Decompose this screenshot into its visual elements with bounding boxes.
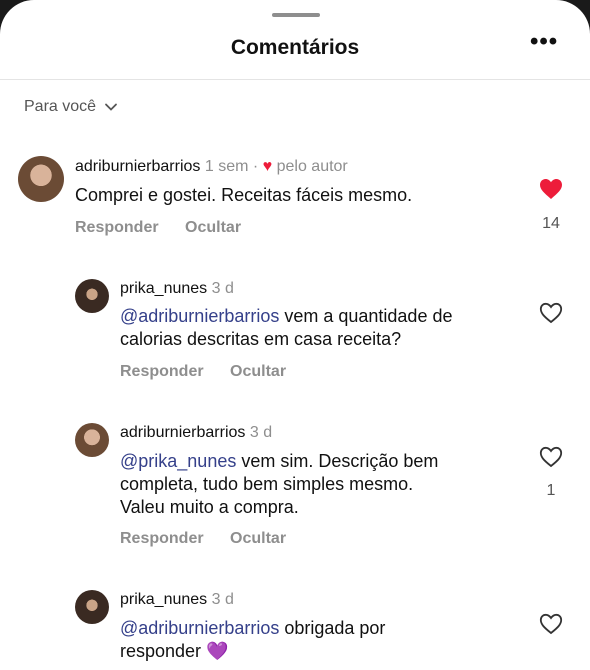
- liked-by-author: pelo autor: [276, 158, 348, 175]
- chevron-down-icon: [105, 103, 117, 111]
- avatar[interactable]: [18, 156, 64, 202]
- comments-sheet: Comentários ••• Para você adriburnierbar…: [0, 0, 590, 670]
- hide-button[interactable]: Ocultar: [230, 530, 286, 547]
- header-divider: [0, 79, 590, 80]
- timestamp: 3 d: [249, 424, 273, 441]
- comment-header: prika_nunes 3 d: [120, 280, 234, 298]
- comment-header: adriburnierbarrios 1 sem · ♥ pelo autor: [75, 158, 348, 176]
- purple-heart-emoji: 💜: [206, 641, 229, 661]
- comment-text: @adriburnierbarrios vem a quantidade de …: [120, 306, 453, 349]
- author-heart-icon: ♥: [262, 158, 273, 175]
- mention-link[interactable]: @adriburnierbarrios: [120, 306, 279, 326]
- comment-actions: Responder Ocultar: [120, 530, 308, 548]
- like-heart-icon[interactable]: [539, 302, 563, 324]
- reply-button[interactable]: Responder: [75, 219, 159, 236]
- like-count: 1: [546, 482, 556, 499]
- username[interactable]: adriburnierbarrios: [75, 158, 200, 175]
- page-title: Comentários: [230, 36, 360, 59]
- timestamp: 1 sem ·: [204, 158, 259, 175]
- comment-text: Comprei e gostei. Receitas fáceis mesmo.: [75, 185, 413, 205]
- avatar[interactable]: [75, 423, 109, 457]
- username[interactable]: adriburnierbarrios: [120, 424, 245, 441]
- like-heart-icon[interactable]: [539, 613, 563, 635]
- avatar[interactable]: [75, 279, 109, 313]
- comment-header: prika_nunes 3 d: [120, 591, 234, 609]
- mention-link[interactable]: @prika_nunes: [120, 451, 236, 471]
- comment-actions: Responder Ocultar: [75, 219, 263, 237]
- reply-button[interactable]: Responder: [120, 363, 204, 380]
- username[interactable]: prika_nunes: [120, 280, 207, 297]
- like-heart-icon[interactable]: [539, 446, 563, 468]
- comment-actions: Responder Ocultar: [120, 363, 308, 381]
- reply-button[interactable]: Responder: [120, 530, 204, 547]
- sort-dropdown[interactable]: Para você: [24, 98, 118, 116]
- hide-button[interactable]: Ocultar: [185, 219, 241, 236]
- drag-handle[interactable]: [272, 13, 320, 17]
- like-count: 14: [542, 215, 560, 232]
- more-options-icon[interactable]: •••: [530, 30, 558, 59]
- hide-button[interactable]: Ocultar: [230, 363, 286, 380]
- timestamp: 3 d: [211, 591, 234, 608]
- comment-text: @prika_nunes vem sim. Descrição bem comp…: [120, 451, 439, 517]
- like-heart-icon[interactable]: [539, 178, 563, 200]
- avatar[interactable]: [75, 590, 109, 624]
- username[interactable]: prika_nunes: [120, 591, 207, 608]
- comment-text: @adriburnierbarrios obrigada por respond…: [120, 618, 386, 661]
- comment-header: adriburnierbarrios 3 d: [120, 424, 272, 442]
- mention-link[interactable]: @adriburnierbarrios: [120, 618, 279, 638]
- timestamp: 3 d: [211, 280, 234, 297]
- sort-label: Para você: [24, 98, 97, 115]
